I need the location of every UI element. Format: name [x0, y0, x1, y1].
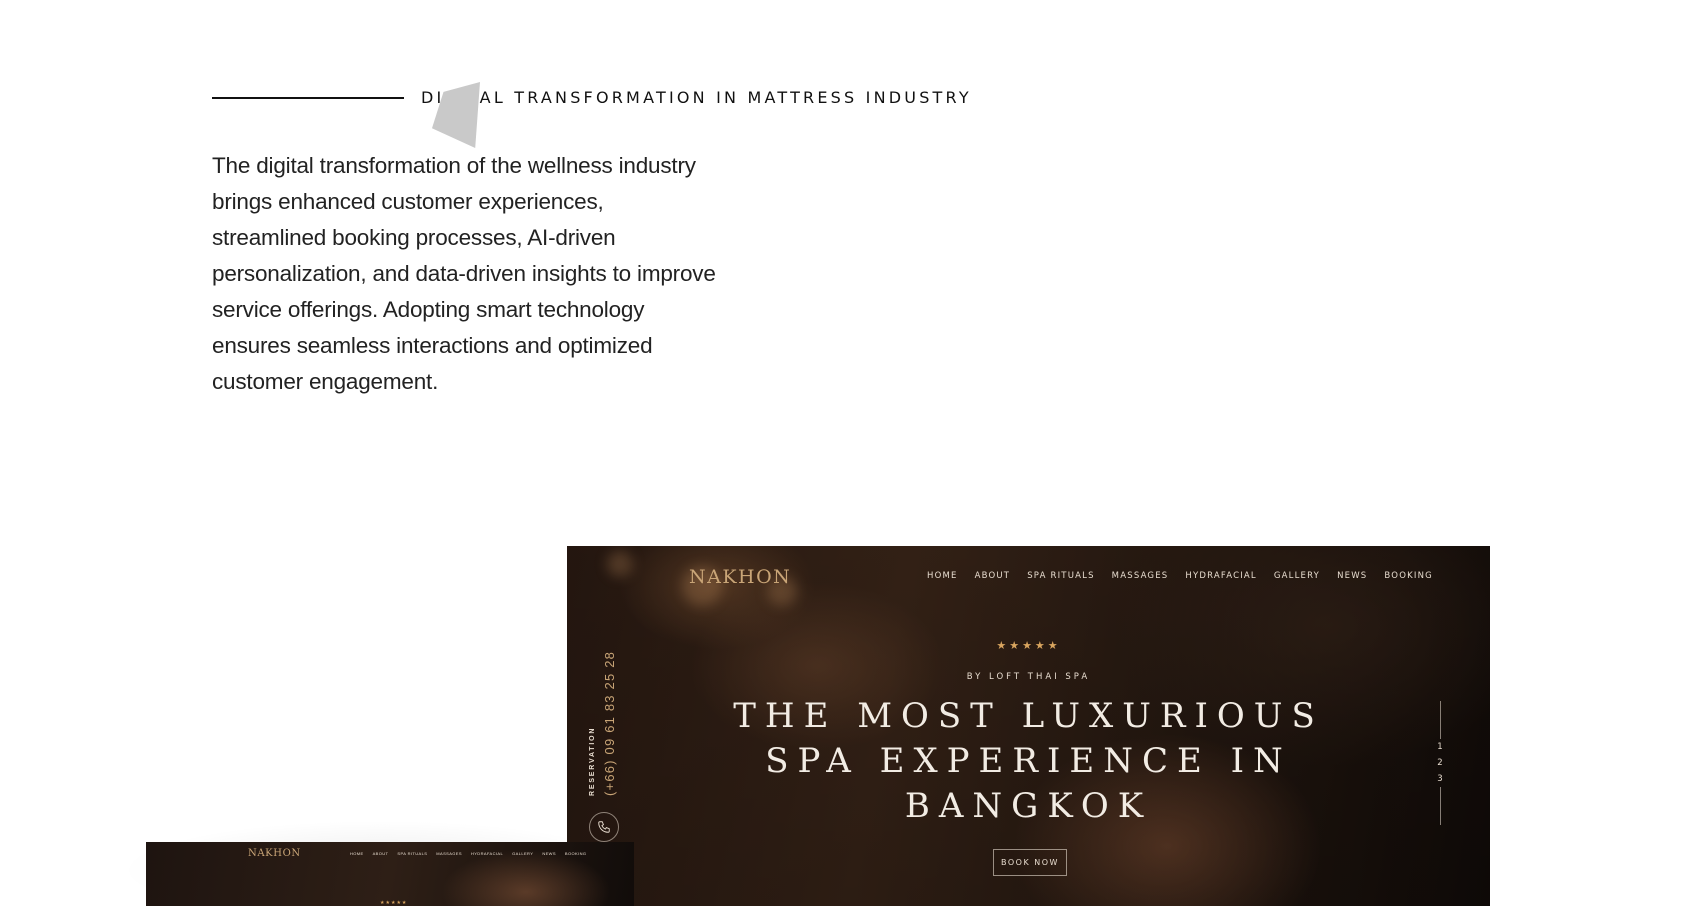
eyebrow-divider: [212, 96, 404, 99]
section-body-text: The digital transformation of the wellne…: [212, 153, 716, 394]
mini-nav-item: ABOUT: [372, 851, 389, 856]
reservation-label: RESERVATION: [589, 726, 596, 796]
nav-item-booking[interactable]: BOOKING: [1384, 571, 1433, 581]
mini-nav-item: BOOKING: [564, 851, 587, 856]
hero-title-line: BANGKOK: [904, 786, 1153, 826]
hero-byline: BY LOFT THAI SPA: [966, 672, 1091, 682]
nav-item-spa-rituals[interactable]: SPA RITUALS: [1027, 571, 1094, 581]
nav-item-massages[interactable]: MASSAGES: [1112, 571, 1169, 581]
section-eyebrow: DIGITAL TRANSFORMATION IN MATTRESS INDUS…: [212, 88, 972, 107]
hero-logo[interactable]: NAKHON: [689, 566, 791, 588]
mini-nav-item: GALLERY: [512, 851, 534, 856]
mini-rating-stars: ★★★★★: [380, 900, 408, 906]
nav-item-about[interactable]: ABOUT: [975, 571, 1011, 581]
hero-title-line: SPA EXPERIENCE IN: [765, 741, 1292, 781]
book-now-button[interactable]: BOOK NOW: [993, 849, 1067, 876]
mini-logo: NAKHON: [248, 848, 301, 859]
mini-nav-item: SPA RITUALS: [397, 851, 428, 856]
hero-nav: HOME ABOUT SPA RITUALS MASSAGES HYDRAFAC…: [927, 571, 1433, 581]
mini-nav-item: HOME: [350, 851, 364, 856]
mini-nav-item: HYDRAFACIAL: [470, 851, 504, 856]
section-title: DIGITAL TRANSFORMATION IN MATTRESS INDUS…: [421, 88, 972, 107]
hero-title: THE MOST LUXURIOUS SPA EXPERIENCE IN BAN…: [567, 694, 1490, 829]
nav-item-gallery[interactable]: GALLERY: [1274, 571, 1320, 581]
reservation-phone[interactable]: (+66) 09 61 83 25 28: [602, 651, 617, 796]
mini-screenshot: NAKHON HOME ABOUT SPA RITUALS MASSAGES H…: [146, 842, 634, 906]
hero-screenshot: NAKHON HOME ABOUT SPA RITUALS MASSAGES H…: [567, 546, 1490, 906]
nav-item-home[interactable]: HOME: [927, 571, 958, 581]
nav-item-hydrafacial[interactable]: HYDRAFACIAL: [1185, 571, 1256, 581]
slide-pager: 1 2 3: [1434, 701, 1446, 825]
reservation-block: RESERVATION (+66) 09 61 83 25 28: [589, 646, 629, 796]
pager-item-3[interactable]: 3: [1437, 771, 1442, 787]
hero-title-line: THE MOST LUXURIOUS: [733, 696, 1324, 736]
pager-line: [1439, 787, 1441, 825]
mini-nav-item: NEWS: [542, 851, 556, 856]
mini-nav: HOME ABOUT SPA RITUALS MASSAGES HYDRAFAC…: [350, 851, 586, 856]
nav-item-news[interactable]: NEWS: [1337, 571, 1367, 581]
pager-item-2[interactable]: 2: [1437, 755, 1442, 771]
mini-nav-item: MASSAGES: [436, 851, 462, 856]
pager-item-1[interactable]: 1: [1437, 739, 1442, 755]
pager-line: [1439, 701, 1441, 739]
rating-stars: ★★★★★: [996, 640, 1061, 652]
